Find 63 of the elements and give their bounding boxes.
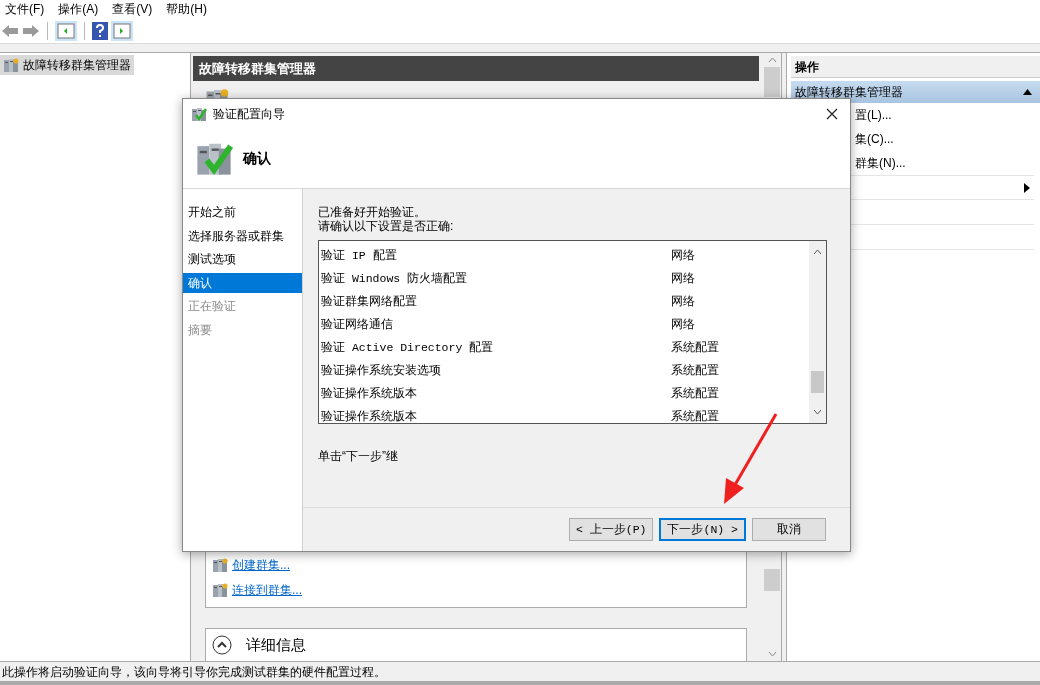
action-item[interactable]: 群集(N)...: [855, 154, 906, 172]
back-arrow-icon[interactable]: [1, 23, 19, 38]
server-cluster-icon: [212, 582, 228, 598]
action-item[interactable]: 集(C)...: [855, 130, 894, 148]
wizard-step[interactable]: 确认: [183, 272, 302, 293]
test-name: 验证群集网络配置: [321, 293, 418, 310]
collapse-triangle-icon[interactable]: [1023, 89, 1032, 95]
actions-title: 操作: [791, 56, 1040, 78]
test-category: 系统配置: [671, 385, 719, 402]
link[interactable]: 连接到群集...: [232, 581, 302, 599]
scroll-up-icon[interactable]: [813, 249, 822, 255]
intro-text: 已准备好开始验证。: [318, 205, 427, 219]
menu-item[interactable]: 文件(F): [5, 0, 45, 18]
actions-group-header[interactable]: 故障转移群集管理器: [791, 81, 1040, 103]
test-name: 验证操作系统安装选项: [321, 362, 442, 379]
test-category: 系统配置: [671, 408, 719, 425]
server-check-icon: [191, 105, 207, 122]
dialog-title: 验证配置向导: [213, 105, 285, 123]
menu-item[interactable]: 帮助(H): [166, 0, 207, 18]
test-name: 验证操作系统版本: [321, 385, 418, 402]
test-name: 验证 IP 配置: [321, 247, 398, 264]
dialog-button[interactable]: 取消: [752, 518, 826, 541]
scroll-up-icon[interactable]: [767, 57, 777, 63]
menu-item[interactable]: 查看(V): [112, 0, 153, 18]
test-category: 系统配置: [671, 362, 719, 379]
close-icon[interactable]: [826, 107, 838, 120]
test-name: 验证 Active Directory 配置: [321, 339, 495, 356]
section-title: 详细信息: [246, 634, 306, 655]
server-cluster-icon: [212, 557, 228, 573]
list-scrollbar[interactable]: [809, 241, 826, 423]
help-icon[interactable]: [92, 21, 108, 40]
menu-item[interactable]: 操作(A): [58, 0, 99, 18]
pane-title: 故障转移群集管理器: [193, 56, 759, 81]
test-category: 网络: [671, 316, 695, 333]
wizard-step[interactable]: 选择服务器或群集: [183, 225, 302, 246]
collapse-chevron-icon[interactable]: [212, 635, 232, 655]
test-category: 网络: [671, 293, 695, 310]
test-category: 网络: [671, 270, 695, 287]
status-bar: 此操作将启动验证向导，该向导将引导你完成测试群集的硬件配置过程。: [0, 661, 1040, 685]
show-tree-icon[interactable]: [55, 20, 77, 41]
dialog-button[interactable]: < 上一步(P): [568, 518, 654, 541]
test-name: 验证操作系统版本: [321, 408, 418, 425]
scrollbar-thumb[interactable]: [764, 67, 780, 97]
server-cluster-icon: [3, 57, 19, 73]
hint-text: 单击“下一步”继: [318, 448, 399, 465]
dialog-button[interactable]: 下一步(N) >: [659, 518, 746, 541]
scroll-down-icon[interactable]: [767, 651, 777, 657]
tree-item[interactable]: 故障转移群集管理器: [0, 55, 134, 75]
test-category: 网络: [671, 247, 695, 264]
test-name: 验证网络通信: [321, 316, 394, 333]
link[interactable]: 创建群集...: [232, 556, 290, 574]
test-name: 验证 Windows 防火墙配置: [321, 270, 469, 287]
page-heading: 确认: [243, 148, 271, 168]
scrollbar-thumb[interactable]: [764, 569, 780, 591]
forward-arrow-icon[interactable]: [22, 23, 40, 38]
wizard-step[interactable]: 开始之前: [183, 202, 302, 222]
scroll-down-icon[interactable]: [813, 409, 822, 415]
scrollbar-thumb[interactable]: [811, 371, 824, 393]
intro-text: 请确认以下设置是否正确:: [318, 219, 455, 233]
submenu-arrow-icon[interactable]: [1024, 182, 1030, 193]
test-category: 系统配置: [671, 339, 719, 356]
action-item[interactable]: 置(L)...: [855, 106, 892, 124]
wizard-step[interactable]: 测试选项: [183, 249, 302, 270]
